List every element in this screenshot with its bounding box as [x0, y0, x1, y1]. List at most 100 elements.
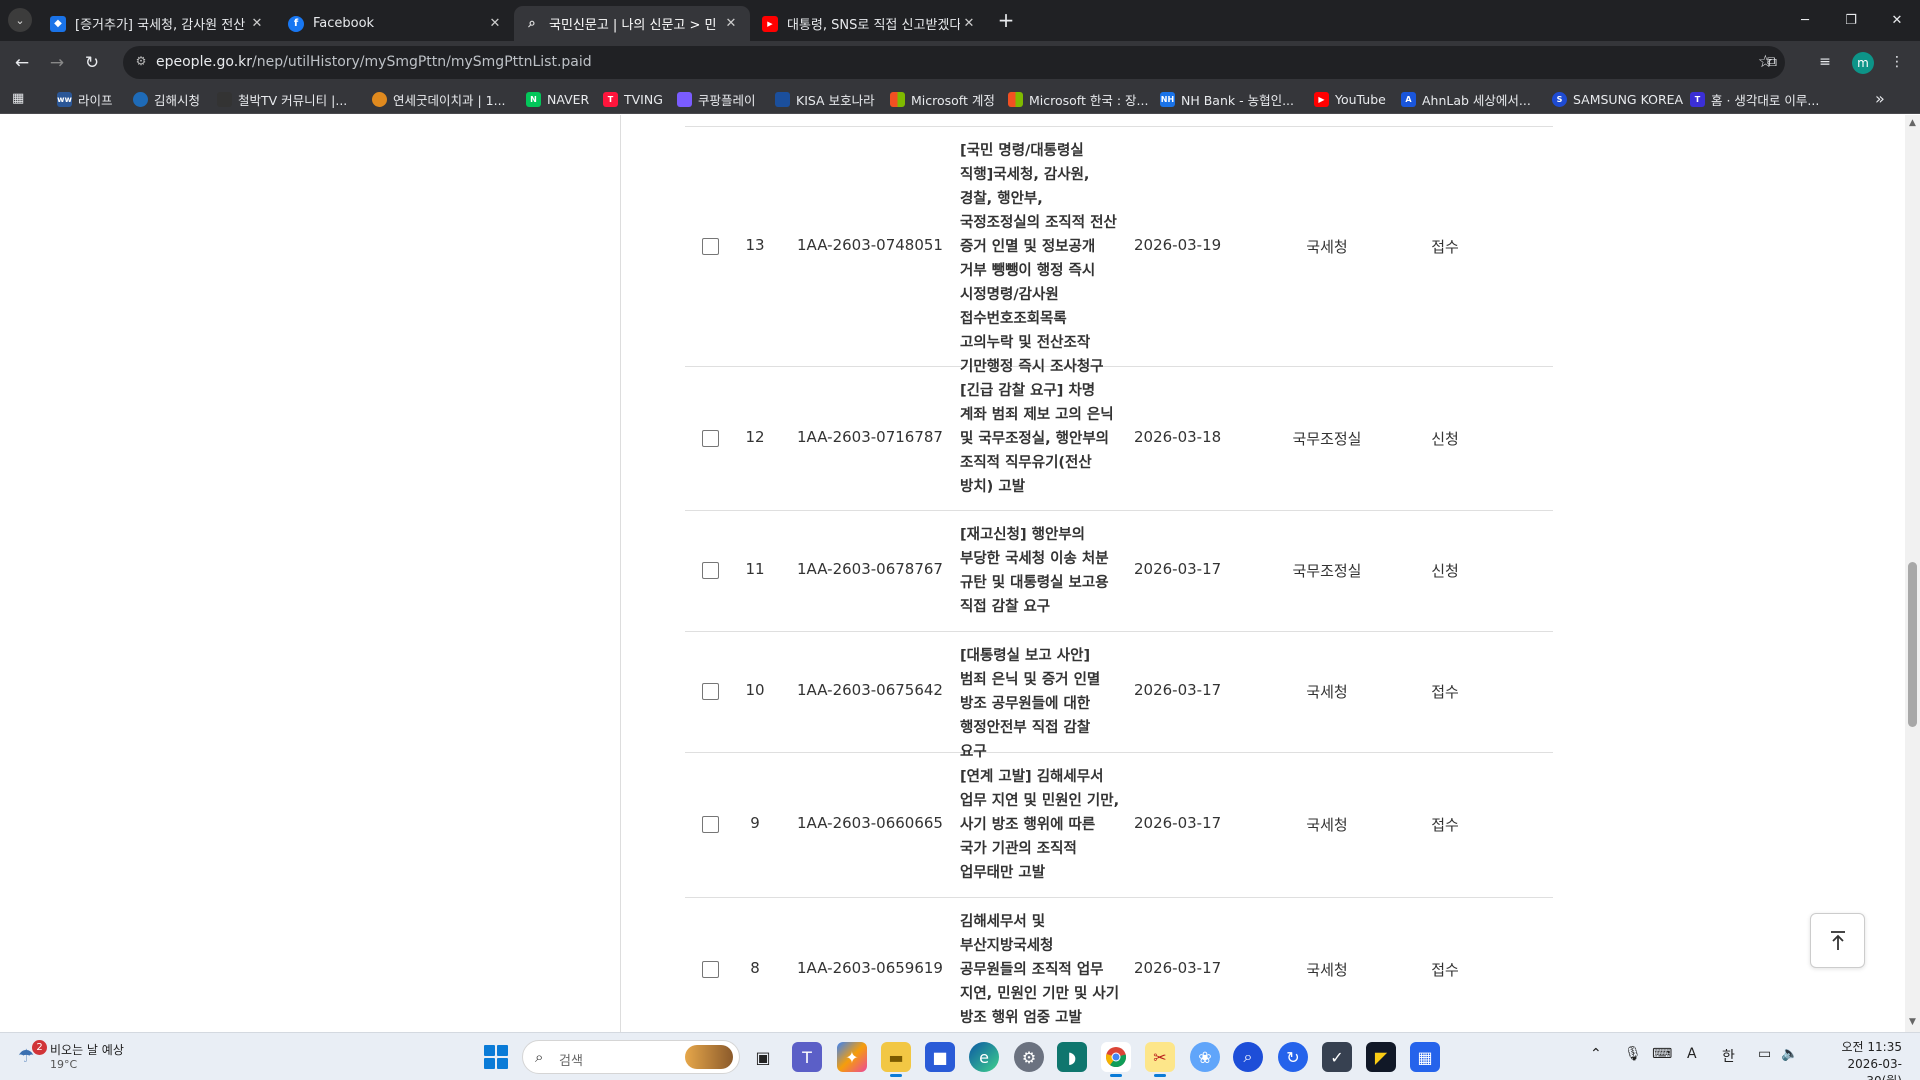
- app-icon[interactable]: ⌕: [1233, 1042, 1263, 1072]
- row-checkbox[interactable]: [702, 816, 719, 833]
- show-hidden-icons-icon[interactable]: ⌃: [1590, 1046, 1602, 1062]
- start-button[interactable]: [484, 1045, 508, 1069]
- edge-icon[interactable]: e: [969, 1042, 999, 1072]
- close-icon[interactable]: ✕: [722, 16, 740, 31]
- taskbar-search[interactable]: ⌕ 검색: [522, 1040, 740, 1074]
- bookmark-item[interactable]: T TVING: [603, 90, 663, 108]
- petition-date: 2026-03-17: [1134, 959, 1222, 977]
- restore-button[interactable]: ❐: [1828, 0, 1874, 41]
- more-bookmarks-icon[interactable]: »: [1875, 89, 1885, 108]
- receipt-number[interactable]: 1AA-2603-0660665: [797, 814, 943, 832]
- app-icon[interactable]: ✓: [1322, 1042, 1352, 1072]
- scrollbar-thumb[interactable]: [1908, 562, 1917, 727]
- bookmark-item[interactable]: NH NH Bank - 농협인...: [1160, 90, 1294, 108]
- app-icon[interactable]: ◗: [1057, 1042, 1087, 1072]
- petition-title[interactable]: 김해세무서 및 부산지방국세청 공무원들의 조직적 업무 지연, 민원인 기만 …: [960, 910, 1120, 1030]
- scroll-to-top-button[interactable]: [1810, 913, 1865, 968]
- table-row[interactable]: 8 1AA-2603-0659619 김해세무서 및 부산지방국세청 공무원들의…: [685, 898, 1553, 1032]
- url-text[interactable]: epeople.go.kr/nep/utilHistory/mySmgPttn/…: [156, 54, 592, 70]
- ime-language-indicator[interactable]: 한: [1722, 1046, 1735, 1066]
- table-row[interactable]: 13 1AA-2603-0748051 [국민 명령/대통령실 직행]국세청, …: [685, 126, 1553, 375]
- apps-grid-icon[interactable]: ▦: [12, 91, 28, 107]
- bookmark-item[interactable]: 쿠팡플레이: [677, 90, 756, 108]
- weather-widget[interactable]: ☂ 2 비오는 날 예상 19°C: [18, 1040, 158, 1074]
- tab-2[interactable]: f Facebook ✕: [278, 6, 514, 41]
- tab-1[interactable]: ◆ [증거추가] 국세청, 감사원 전산 ✕: [40, 6, 276, 41]
- volume-icon[interactable]: 🔈: [1781, 1046, 1798, 1062]
- bookmark-label: 연세굿데이치과 | 1...: [393, 92, 506, 108]
- ime-mode-indicator[interactable]: A: [1687, 1046, 1697, 1062]
- sticky-notes-icon[interactable]: ◤: [1366, 1042, 1396, 1072]
- keyboard-icon[interactable]: ⌨: [1652, 1046, 1672, 1062]
- calendar-icon[interactable]: ▦: [1410, 1042, 1440, 1072]
- receipt-number[interactable]: 1AA-2603-0675642: [797, 681, 943, 699]
- bookmark-item[interactable]: N NAVER: [526, 90, 589, 108]
- site-info-icon[interactable]: ⚙: [133, 54, 149, 70]
- close-window-button[interactable]: ✕: [1874, 0, 1920, 41]
- copilot-icon[interactable]: ✦: [837, 1042, 867, 1072]
- bookmark-item[interactable]: Microsoft 계정: [890, 90, 995, 108]
- file-explorer-icon[interactable]: ▬: [881, 1042, 911, 1077]
- receipt-number[interactable]: 1AA-2603-0659619: [797, 959, 943, 977]
- table-row[interactable]: 9 1AA-2603-0660665 [연계 고발] 김해세무서 업무 지연 및…: [685, 753, 1553, 898]
- bookmark-label: 홈 · 생각대로 이루...: [1711, 92, 1820, 108]
- petition-title[interactable]: [재고신청] 행안부의 부당한 국세청 이송 처분 규탄 및 대통령실 보고용 …: [960, 523, 1120, 619]
- extensions-icon[interactable]: ⧉: [1761, 51, 1783, 73]
- receipt-number[interactable]: 1AA-2603-0716787: [797, 428, 943, 446]
- bookmark-item[interactable]: KISA 보호나라: [775, 90, 875, 108]
- back-icon[interactable]: ←: [8, 49, 36, 77]
- microphone-icon[interactable]: 🎙: [1624, 1046, 1642, 1062]
- vertical-scrollbar[interactable]: ▲ ▼: [1905, 115, 1920, 1032]
- scroll-down-arrow-icon[interactable]: ▼: [1908, 1018, 1917, 1027]
- close-icon[interactable]: ✕: [486, 16, 504, 31]
- row-checkbox[interactable]: [702, 961, 719, 978]
- address-bar[interactable]: ⚙ epeople.go.kr/nep/utilHistory/mySmgPtt…: [123, 46, 1785, 79]
- system-clock[interactable]: 오전 11:35 2026-03-30(월): [1812, 1039, 1902, 1080]
- tab-3-active[interactable]: ⌕ 국민신문고 | 나의 신문고 > 민 ✕: [514, 6, 750, 41]
- task-view-icon[interactable]: ▣: [748, 1042, 778, 1072]
- app-icon[interactable]: ❀: [1190, 1042, 1220, 1072]
- bookmark-item[interactable]: 철박TV 커뮤니티 |...: [217, 90, 347, 108]
- bookmark-item[interactable]: ww 라이프: [57, 90, 113, 108]
- bookmark-item[interactable]: 김해시청: [133, 90, 200, 108]
- chrome-icon[interactable]: [1101, 1042, 1131, 1077]
- scroll-up-arrow-icon[interactable]: ▲: [1908, 119, 1917, 128]
- petition-title[interactable]: [국민 명령/대통령실 직행]국세청, 감사원, 경찰, 행안부, 국정조정실의…: [960, 139, 1120, 379]
- row-checkbox[interactable]: [702, 238, 719, 255]
- bookmark-favicon-icon: [775, 91, 790, 107]
- bookmark-item[interactable]: T 홈 · 생각대로 이루...: [1690, 90, 1819, 108]
- profile-avatar[interactable]: m: [1852, 52, 1874, 74]
- bookmark-item[interactable]: ▶ YouTube: [1314, 90, 1386, 108]
- bookmark-item[interactable]: 연세굿데이치과 | 1...: [372, 90, 506, 108]
- minimize-button[interactable]: ─: [1782, 0, 1828, 41]
- receipt-number[interactable]: 1AA-2603-0748051: [797, 236, 943, 254]
- tab-search-dropdown-icon[interactable]: ⌄: [8, 8, 32, 32]
- media-control-icon[interactable]: ≡: [1814, 51, 1836, 73]
- bookmark-item[interactable]: A AhnLab 세상에서...: [1401, 90, 1531, 108]
- table-row[interactable]: 10 1AA-2603-0675642 [대통령실 보고 사안] 범죄 은닉 및…: [685, 632, 1553, 760]
- settings-icon[interactable]: ⚙: [1014, 1042, 1044, 1072]
- table-row[interactable]: 12 1AA-2603-0716787 [긴급 감찰 요구] 차명 계좌 범죄 …: [685, 367, 1553, 511]
- bookmark-item[interactable]: Microsoft 한국 : 장...: [1008, 90, 1148, 108]
- teams-icon[interactable]: T: [792, 1042, 822, 1072]
- microsoft-store-icon[interactable]: ■: [925, 1042, 955, 1072]
- close-icon[interactable]: ✕: [960, 16, 978, 31]
- row-checkbox[interactable]: [702, 683, 719, 700]
- receipt-number[interactable]: 1AA-2603-0678767: [797, 560, 943, 578]
- new-tab-button[interactable]: +: [994, 9, 1018, 33]
- row-checkbox[interactable]: [702, 562, 719, 579]
- tab-4[interactable]: ▶ 대통령, SNS로 직접 신고받겠다 ✕: [752, 6, 988, 41]
- reload-icon[interactable]: ↻: [78, 49, 106, 77]
- row-checkbox[interactable]: [702, 430, 719, 447]
- network-icon[interactable]: ▭: [1758, 1046, 1771, 1062]
- close-icon[interactable]: ✕: [248, 16, 266, 31]
- table-row[interactable]: 11 1AA-2603-0678767 [재고신청] 행안부의 부당한 국세청 …: [685, 511, 1553, 632]
- snipping-tool-icon[interactable]: ✂: [1145, 1042, 1175, 1077]
- forward-icon[interactable]: →: [43, 49, 71, 77]
- petition-title[interactable]: [긴급 감찰 요구] 차명 계좌 범죄 제보 고의 은닉 및 국무조정실, 행안…: [960, 379, 1120, 499]
- menu-icon[interactable]: ⋮: [1886, 51, 1908, 73]
- petition-title[interactable]: [연계 고발] 김해세무서 업무 지연 및 민원인 기만, 사기 방조 행위에 …: [960, 765, 1120, 885]
- bookmark-item[interactable]: S SAMSUNG KOREA: [1552, 90, 1683, 108]
- petition-title[interactable]: [대통령실 보고 사안] 범죄 은닉 및 증거 인멸 방조 공무원들에 대한 행…: [960, 644, 1120, 764]
- app-icon[interactable]: ↻: [1278, 1042, 1308, 1072]
